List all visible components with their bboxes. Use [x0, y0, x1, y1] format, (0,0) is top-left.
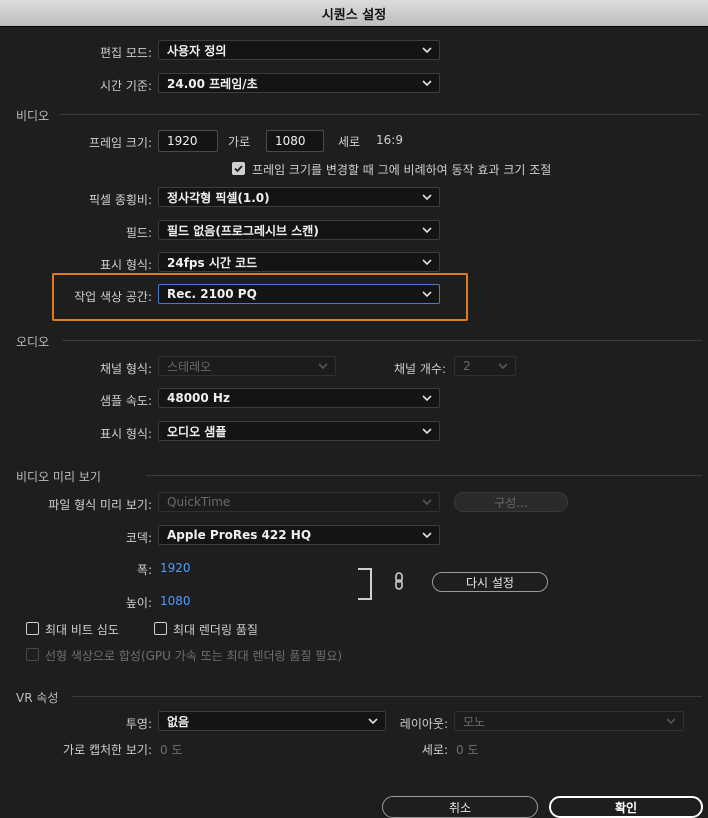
max-bit-depth-label: 최대 비트 심도 — [45, 623, 119, 637]
chevron-down-icon — [421, 77, 433, 89]
file-format-dropdown[interactable]: QuickTime — [158, 492, 440, 512]
chevron-down-icon — [421, 224, 433, 236]
projection-label: 투영: — [125, 717, 152, 731]
h-fov-value: 0 도 — [160, 743, 183, 757]
frame-size-label: 프레임 크기: — [88, 136, 152, 150]
frame-width-input[interactable]: 1920 — [158, 130, 218, 152]
codec-label: 코덱: — [125, 531, 152, 545]
display-format-dropdown[interactable]: 24fps 시간 코드 — [158, 252, 440, 272]
layout-label: 레이아웃: — [399, 717, 448, 731]
display-format-label: 표시 형식: — [99, 258, 152, 272]
constrain-bracket — [358, 568, 372, 600]
fields-dropdown[interactable]: 필드 없음(프로그레시브 스캔) — [158, 220, 440, 240]
scale-checkbox-label: 프레임 크기를 변경할 때 그에 비례하여 동작 효과 크기 조절 — [252, 163, 552, 177]
audio-display-format-label: 표시 형식: — [99, 427, 152, 441]
fields-value: 필드 없음(프로그레시브 스캔) — [167, 223, 319, 238]
file-format-value: QuickTime — [167, 495, 231, 509]
horizontal-label: 가로 — [228, 135, 251, 149]
channel-count-value: 2 — [463, 359, 471, 373]
channel-count-dropdown[interactable]: 2 — [454, 356, 516, 376]
channel-count-label: 채널 개수: — [393, 362, 446, 376]
chevron-down-icon — [317, 360, 329, 372]
aspect-ratio: 16:9 — [376, 133, 403, 147]
preview-width-value[interactable]: 1920 — [160, 561, 191, 575]
chevron-down-icon — [421, 44, 433, 56]
fields-label: 필드: — [125, 226, 152, 240]
chevron-down-icon — [421, 288, 433, 300]
layout-dropdown[interactable]: 모노 — [454, 711, 684, 731]
audio-section-title: 오디오 — [16, 335, 50, 349]
preview-width-label: 폭: — [136, 563, 152, 577]
linear-color-label: 선형 색상으로 합성(GPU 가속 또는 최대 렌더링 품질 필요) — [45, 649, 343, 663]
v-fov-value: 0 도 — [456, 743, 479, 757]
max-bit-depth-checkbox[interactable] — [26, 622, 39, 635]
sample-rate-value: 48000 Hz — [167, 391, 230, 405]
layout-value: 모노 — [463, 714, 486, 729]
link-icon[interactable] — [392, 572, 406, 593]
channel-format-value: 스테레오 — [167, 359, 212, 374]
channel-format-label: 채널 형식: — [99, 362, 152, 376]
check-icon — [234, 165, 243, 173]
chevron-down-icon — [421, 496, 433, 508]
timebase-label: 시간 기준: — [99, 79, 152, 93]
ok-button[interactable]: 확인 — [549, 796, 703, 818]
configure-button[interactable]: 구성... — [454, 492, 568, 512]
window-title: 시퀀스 설정 — [0, 0, 708, 27]
pixel-aspect-label: 픽셀 종횡비: — [88, 193, 152, 207]
edit-mode-dropdown[interactable]: 사용자 정의 — [158, 40, 440, 60]
audio-display-format-dropdown[interactable]: 오디오 샘플 — [158, 421, 440, 441]
max-render-quality-label: 최대 렌더링 품질 — [173, 623, 258, 637]
scale-checkbox[interactable] — [232, 162, 245, 175]
codec-dropdown[interactable]: Apple ProRes 422 HQ — [158, 525, 440, 545]
linear-color-checkbox[interactable] — [26, 648, 39, 661]
projection-dropdown[interactable]: 없음 — [158, 711, 386, 731]
chevron-down-icon — [421, 191, 433, 203]
vr-section-divider — [72, 696, 702, 697]
v-fov-label: 세로: — [421, 743, 448, 757]
chevron-down-icon — [421, 425, 433, 437]
chevron-down-icon — [367, 715, 379, 727]
h-fov-label: 가로 캡처한 보기: — [63, 743, 152, 757]
preview-section-title: 비디오 미리 보기 — [16, 470, 101, 484]
sample-rate-dropdown[interactable]: 48000 Hz — [158, 388, 440, 408]
edit-mode-value: 사용자 정의 — [167, 43, 227, 58]
codec-value: Apple ProRes 422 HQ — [167, 528, 312, 542]
preview-height-value[interactable]: 1080 — [160, 594, 191, 608]
max-render-quality-checkbox[interactable] — [154, 622, 167, 635]
display-format-value: 24fps 시간 코드 — [167, 255, 258, 270]
pixel-aspect-dropdown[interactable]: 정사각형 픽셀(1.0) — [158, 187, 440, 207]
timebase-dropdown[interactable]: 24.00 프레임/초 — [158, 73, 440, 93]
working-color-label: 작업 색상 공간: — [74, 290, 152, 304]
working-color-dropdown[interactable]: Rec. 2100 PQ — [158, 284, 440, 304]
chevron-down-icon — [421, 529, 433, 541]
chevron-down-icon — [421, 256, 433, 268]
chevron-down-icon — [497, 360, 509, 372]
file-format-label: 파일 형식 미리 보기: — [48, 498, 152, 512]
timebase-value: 24.00 프레임/초 — [167, 76, 258, 91]
pixel-aspect-value: 정사각형 픽셀(1.0) — [167, 190, 270, 205]
chevron-down-icon — [665, 715, 677, 727]
vertical-label: 세로 — [338, 135, 361, 149]
sample-rate-label: 샘플 속도: — [99, 394, 152, 408]
video-section-title: 비디오 — [16, 109, 50, 123]
chevron-down-icon — [421, 392, 433, 404]
cancel-button[interactable]: 취소 — [382, 796, 538, 818]
working-color-value: Rec. 2100 PQ — [167, 287, 257, 301]
reset-button[interactable]: 다시 설정 — [432, 572, 548, 592]
preview-height-label: 높이: — [125, 596, 152, 610]
edit-mode-label: 편집 모드: — [99, 46, 152, 60]
vr-section-title: VR 속성 — [16, 691, 59, 705]
frame-height-input[interactable]: 1080 — [266, 130, 324, 152]
projection-value: 없음 — [167, 714, 190, 729]
channel-format-dropdown[interactable]: 스테레오 — [158, 356, 336, 376]
audio-display-format-value: 오디오 샘플 — [167, 424, 227, 439]
audio-section-divider — [62, 340, 702, 341]
preview-section-divider — [146, 475, 702, 476]
